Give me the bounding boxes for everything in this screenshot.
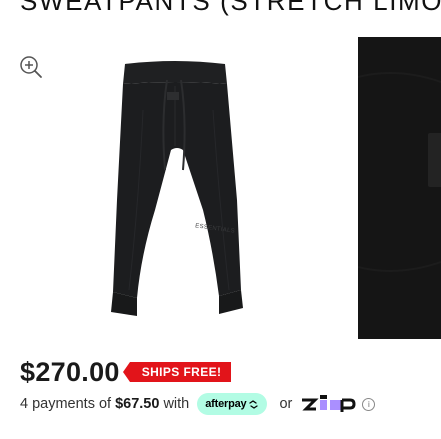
- product-thumbnail-image[interactable]: [358, 37, 441, 339]
- zoom-in-icon[interactable]: [18, 54, 44, 80]
- installment-prefix: 4 payments of: [20, 396, 112, 412]
- afterpay-label: afterpay: [205, 398, 247, 410]
- zip-logo[interactable]: zip: [300, 394, 356, 414]
- product-title: SWEATPANTS (STRETCH LIMO): [20, 0, 441, 16]
- ships-free-badge: SHIPS FREE!: [122, 362, 232, 382]
- zip-logo-mark: [302, 395, 356, 412]
- afterpay-button[interactable]: afterpay: [197, 393, 268, 415]
- installment-row: 4 payments of $67.50 with afterpay or zi…: [20, 392, 376, 416]
- or-separator: or: [279, 396, 293, 412]
- installment-amount: $67.50: [115, 396, 160, 412]
- price: $270.00: [20, 356, 120, 387]
- product-main-image[interactable]: ESSENTIALS: [95, 50, 255, 328]
- afterpay-arrows-icon: [249, 399, 259, 409]
- info-icon[interactable]: i: [362, 397, 376, 411]
- installment-with: with: [163, 396, 190, 412]
- price-row: $270.00 SHIPS FREE!: [20, 354, 232, 390]
